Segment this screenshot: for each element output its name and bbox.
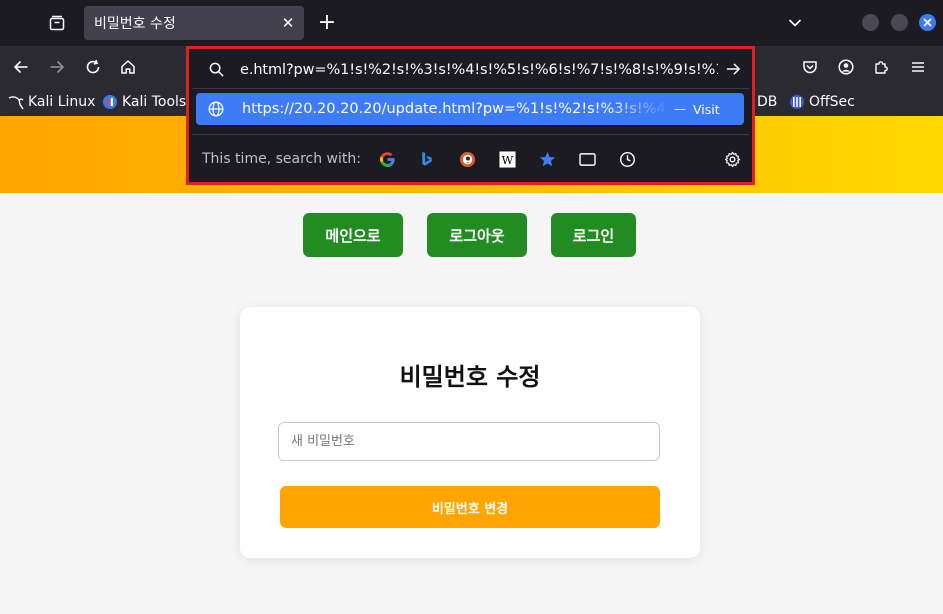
tab-list-icon <box>49 15 65 31</box>
main-page-button[interactable]: 메인으로 <box>303 213 403 257</box>
arrow-right-icon <box>50 60 65 74</box>
tab-title: 비밀번호 수정 <box>94 16 176 32</box>
close-icon <box>923 18 932 27</box>
url-suggestion-row[interactable]: https://20.20.20.20/update.html?pw=%1!s!… <box>196 93 744 125</box>
form-title: 비밀번호 수정 <box>399 363 541 391</box>
bookmark-label: DB <box>757 94 778 110</box>
kali-tools-icon <box>102 94 118 110</box>
go-arrow-icon[interactable] <box>722 59 744 79</box>
page-content: 메인으로 로그아웃 로그인 비밀번호 수정 비밀번호 변경 <box>0 116 943 614</box>
pocket-icon <box>803 61 817 74</box>
history-clock-icon[interactable] <box>618 150 636 168</box>
globe-icon <box>208 101 224 117</box>
kali-dragon-icon <box>8 94 24 110</box>
tab-strip: 비밀번호 수정 ✕ + <box>0 0 943 46</box>
bookmark-label: OffSec <box>809 94 855 110</box>
home-icon <box>121 60 135 74</box>
puzzle-icon <box>875 61 888 74</box>
divider <box>192 88 749 89</box>
reload-button[interactable] <box>80 54 106 80</box>
window-maximize-button[interactable] <box>891 14 908 31</box>
reload-icon <box>86 59 100 74</box>
app-menu-button[interactable] <box>905 54 931 80</box>
window-minimize-button[interactable] <box>862 14 879 31</box>
forward-button[interactable] <box>44 54 70 80</box>
tab-dropdown-button[interactable] <box>783 12 807 34</box>
divider <box>192 134 749 135</box>
new-password-input[interactable] <box>278 422 660 461</box>
extensions-button[interactable] <box>868 54 894 80</box>
window-close-button[interactable] <box>919 14 936 31</box>
urlbar-input[interactable]: e.html?pw=%1!s!%2!s!%3!s!%4!s!%5!s!%6!s!… <box>192 52 749 86</box>
account-button[interactable] <box>833 54 859 80</box>
login-button[interactable]: 로그인 <box>551 213 636 257</box>
bookmark-db[interactable]: DB <box>757 92 777 112</box>
urlbar-typed-text[interactable]: e.html?pw=%1!s!%2!s!%3!s!%4!s!%5!s!%6!s!… <box>240 59 718 81</box>
urlbar-dropdown: e.html?pw=%1!s!%2!s!%3!s!%4!s!%5!s!%6!s!… <box>186 46 755 185</box>
duckduckgo-search-icon[interactable] <box>458 150 476 168</box>
bookmark-kali-linux[interactable]: Kali Linux <box>8 92 95 112</box>
pocket-button[interactable] <box>797 54 823 80</box>
google-search-icon[interactable] <box>378 150 396 168</box>
bookmark-label: Kali Linux <box>28 94 96 110</box>
new-tab-button[interactable]: + <box>314 10 340 36</box>
hamburger-menu-icon <box>912 62 924 72</box>
bookmark-kali-tools[interactable]: Kali Tools <box>102 92 186 112</box>
bookmark-star-icon[interactable] <box>538 150 556 168</box>
svg-text:W: W <box>501 153 513 167</box>
search-icon <box>207 60 225 78</box>
account-icon <box>838 59 854 75</box>
tabs-icon[interactable] <box>578 150 596 168</box>
search-shortcuts-row: This time, search with: W <box>192 139 749 179</box>
wikipedia-search-icon[interactable]: W <box>498 150 516 168</box>
gear-icon[interactable] <box>723 150 741 168</box>
offsec-icon <box>789 94 805 110</box>
suggestion-separator: — <box>674 102 686 116</box>
suggestion-action: Visit <box>693 101 720 117</box>
chevron-down-icon <box>788 19 802 27</box>
back-button[interactable] <box>8 54 34 80</box>
home-button[interactable] <box>115 54 141 80</box>
tab-active[interactable]: 비밀번호 수정 ✕ <box>84 6 304 40</box>
search-with-label: This time, search with: <box>202 151 361 167</box>
arrow-left-icon <box>13 60 28 74</box>
typed-url: e.html?pw=%1!s!%2!s!%3!s!%4!s!%5!s!%6!s!… <box>240 62 718 78</box>
list-all-tabs-button[interactable] <box>44 10 70 36</box>
bookmark-label: Kali Tools <box>122 94 187 110</box>
bing-search-icon[interactable] <box>418 150 436 168</box>
suggestion-url: https://20.20.20.20/update.html?pw=%1!s!… <box>242 101 670 117</box>
logout-button[interactable]: 로그아웃 <box>427 213 527 257</box>
bookmark-offsec[interactable]: OffSec <box>789 92 855 112</box>
password-change-card: 비밀번호 수정 비밀번호 변경 <box>240 307 700 558</box>
page-nav-buttons: 메인으로 로그아웃 로그인 <box>0 213 943 257</box>
change-password-button[interactable]: 비밀번호 변경 <box>280 486 660 528</box>
tab-close-icon[interactable]: ✕ <box>278 13 298 33</box>
